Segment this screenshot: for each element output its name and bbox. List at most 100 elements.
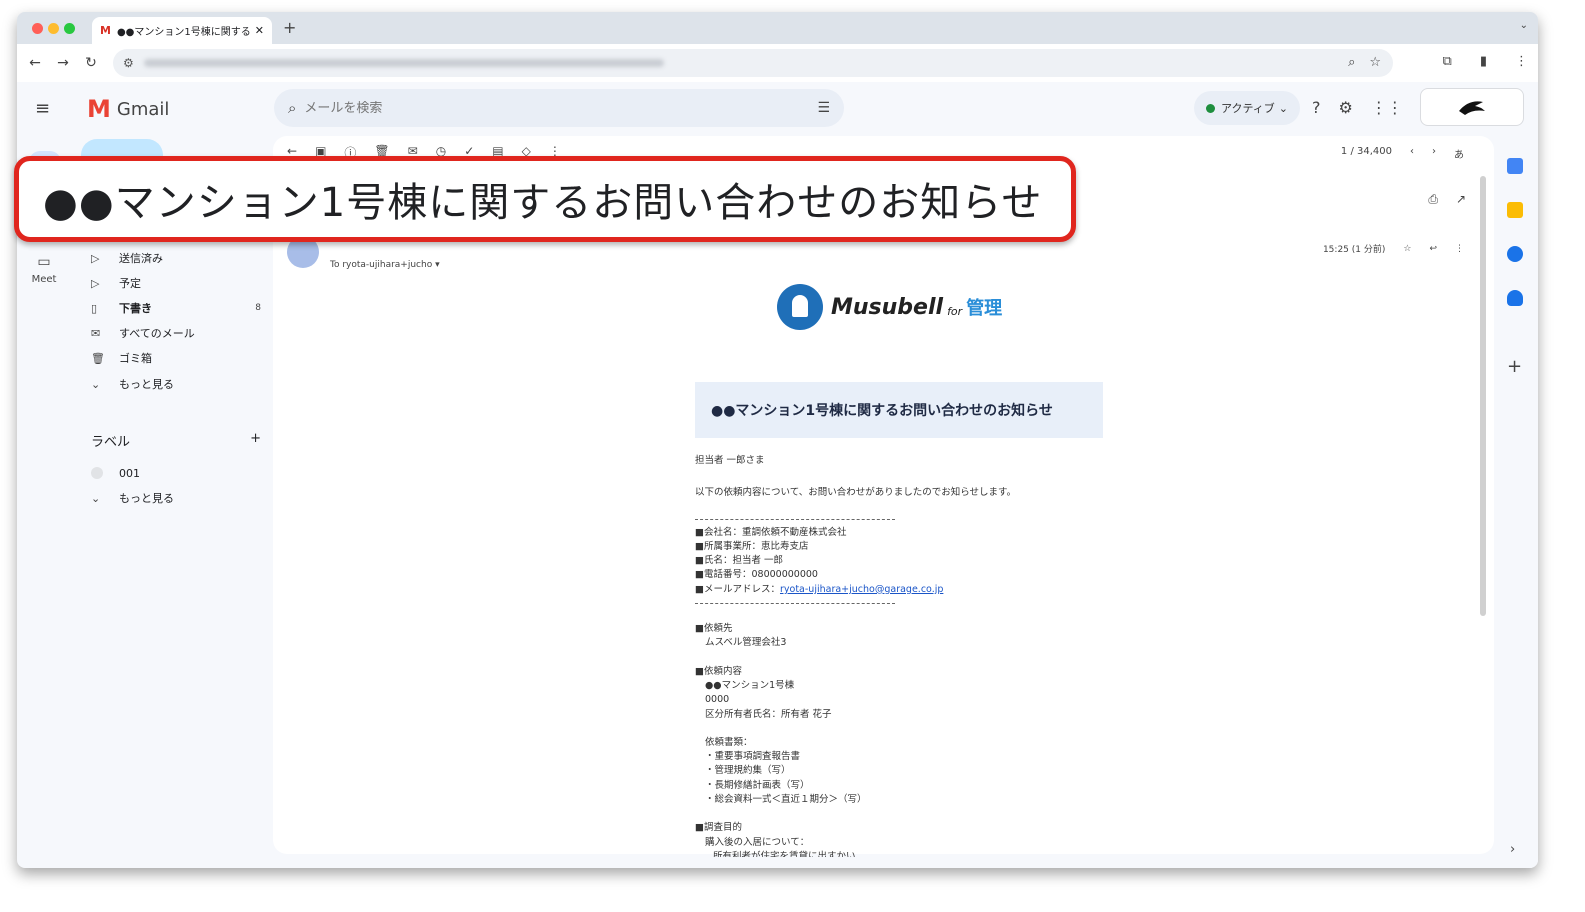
search-options-icon[interactable]: ☰ <box>817 100 830 116</box>
divider <box>695 518 895 520</box>
document-item: ・総会資料一式＜直近１期分＞（写） <box>705 794 867 806</box>
status-label: アクティブ <box>1221 102 1275 115</box>
reload-icon[interactable]: ↻ <box>77 55 105 71</box>
newer-chevron-icon[interactable]: ‹ <box>1410 146 1414 161</box>
label-tag-icon <box>91 467 119 479</box>
trash-icon: 🗑 <box>91 351 105 365</box>
reply-icon[interactable]: ↩ <box>1429 244 1437 254</box>
content-heading: ■依頼内容 <box>695 665 742 677</box>
browser-window: M ●●マンション1号棟に関するお問 ✕ + ⌄ ← → ↻ ⚙ ⌕ ☆ ⧉ <box>17 12 1538 868</box>
extensions-icon[interactable]: ⧉ <box>1443 54 1452 69</box>
video-camera-icon: ▭ <box>37 254 51 270</box>
sidebar-item-scheduled[interactable]: ▷ 予定 <box>91 271 261 295</box>
document-item: ・長期修繕計画表（写） <box>705 779 810 791</box>
message-time: 15:25 (1 分前) <box>1322 245 1386 255</box>
musubell-mark-icon <box>777 284 823 330</box>
account-button[interactable] <box>1420 88 1524 126</box>
chevron-down-icon: ⌄ <box>1278 101 1289 115</box>
org-logo-icon <box>1459 101 1485 115</box>
email-link[interactable]: ryota-ujihara+jucho@garage.co.jp <box>780 584 943 595</box>
side-panel-icon[interactable]: ▮ <box>1480 54 1487 69</box>
back-arrow-icon[interactable]: ← <box>21 55 49 71</box>
header-icons: ? ⚙ ⋮⋮ <box>1312 98 1403 117</box>
address-bar[interactable]: ⚙ ⌕ ☆ <box>113 49 1393 77</box>
contacts-icon[interactable] <box>1507 290 1523 306</box>
scrollbar[interactable] <box>1480 176 1486 616</box>
gmail-m-icon: M <box>87 95 111 123</box>
recipient-line[interactable]: To ryota-ujihara+jucho ▾ <box>330 260 440 270</box>
site-info-icon[interactable]: ⚙ <box>123 56 134 70</box>
bookmark-star-icon[interactable]: ☆ <box>1369 55 1381 70</box>
star-icon[interactable]: ☆ <box>1403 244 1411 254</box>
musubell-for: for <box>947 304 963 318</box>
older-chevron-icon[interactable]: › <box>1432 146 1436 161</box>
zoom-icon[interactable]: ⌕ <box>1348 55 1355 70</box>
open-new-window-icon[interactable]: ↗ <box>1456 192 1466 207</box>
musubell-name: Musubell <box>831 294 944 320</box>
labels-heading: ラベル <box>91 435 131 450</box>
tasks-icon[interactable] <box>1507 246 1523 262</box>
minimize-window-button[interactable] <box>48 23 59 34</box>
drafts-count: 8 <box>255 303 261 313</box>
sidebar-item-more[interactable]: ⌄ もっと見る <box>91 372 261 396</box>
side-apps-rail: + › <box>1494 136 1538 868</box>
gmail-wordmark: Gmail <box>116 98 170 120</box>
search-icon[interactable]: ⌕ <box>288 99 296 117</box>
search-input[interactable] <box>304 100 818 116</box>
main-menu-icon[interactable]: ≡ <box>35 98 50 119</box>
divider <box>695 603 895 605</box>
add-label-button[interactable]: + <box>250 431 261 450</box>
destination-heading: ■依頼先 <box>695 623 733 635</box>
message-meta: 15:25 (1 分前) ☆ ↩ ⋮ <box>1322 242 1464 256</box>
input-tools-button[interactable]: あ <box>1454 146 1464 161</box>
print-icon[interactable]: ⎙ <box>1428 192 1438 207</box>
content-line: ●●マンション1号棟 <box>705 679 795 691</box>
schedule-send-icon: ▷ <box>91 276 100 290</box>
meet-rail-item[interactable]: ▭ Meet <box>17 254 71 285</box>
zoomed-subject-text: ●●マンション1号棟に関するお問い合わせのお知らせ <box>43 180 1043 226</box>
maximize-window-button[interactable] <box>64 23 75 34</box>
browser-menu-icon[interactable]: ⋮ <box>1515 54 1528 69</box>
musubell-kanri: 管理 <box>966 298 1003 319</box>
content-line: 区分所有者氏名：所有者 花子 <box>705 708 832 720</box>
tab-search-button[interactable]: ⌄ <box>1520 20 1528 31</box>
expand-panel-icon[interactable]: › <box>1510 842 1515 857</box>
greeting: 担当者 一郎さま <box>695 455 765 466</box>
email-label: ■メールアドレス： <box>695 583 780 595</box>
draft-icon: ▯ <box>91 301 98 315</box>
tab-strip: M ●●マンション1号棟に関するお問 ✕ + ⌄ <box>17 12 1538 44</box>
sidebar-item-trash[interactable]: 🗑 ゴミ箱 <box>91 346 261 370</box>
help-icon[interactable]: ? <box>1312 98 1321 117</box>
add-addon-icon[interactable]: + <box>1507 356 1522 377</box>
keep-icon[interactable] <box>1507 202 1523 218</box>
sidebar-item-sent[interactable]: ▷ 送信済み <box>91 246 261 270</box>
pagination: 1 / 34,400 ‹ › あ <box>1341 146 1464 161</box>
chevron-down-icon: ▾ <box>435 260 440 270</box>
status-selector[interactable]: アクティブ ⌄ <box>1194 91 1301 125</box>
forward-arrow-icon[interactable]: → <box>49 55 77 71</box>
sidebar-item-all-mail[interactable]: ✉ すべてのメール <box>91 321 261 345</box>
label-more[interactable]: ⌄ もっと見る <box>91 486 261 510</box>
content-line: 0000 <box>705 694 730 706</box>
more-options-icon[interactable]: ⋮ <box>1455 244 1464 254</box>
intro-text: 以下の依頼内容について、お問い合わせがありましたのでお知らせします。 <box>695 487 1017 499</box>
settings-gear-icon[interactable]: ⚙ <box>1339 98 1353 117</box>
label-item-001[interactable]: 001 <box>91 461 261 485</box>
browser-tab[interactable]: M ●●マンション1号棟に関するお問 ✕ <box>92 17 272 44</box>
email-body: 担当者 一郎さま 以下の依頼内容について、お問い合わせがありましたのでお知らせし… <box>695 454 1195 857</box>
status-dot-icon <box>1206 103 1215 113</box>
send-icon: ▷ <box>91 251 100 265</box>
close-tab-icon[interactable]: ✕ <box>255 24 264 37</box>
label-color-dot <box>91 467 103 479</box>
close-window-button[interactable] <box>32 23 43 34</box>
musubell-logo: Musubell for 管理 <box>777 284 1002 330</box>
gmail-logo[interactable]: M Gmail <box>87 95 169 123</box>
company-line: ■会社名：重調依頼不動産株式会社 <box>695 526 847 538</box>
destination-value: ムスベル管理会社3 <box>705 637 787 649</box>
calendar-icon[interactable] <box>1507 158 1523 174</box>
meet-label: Meet <box>31 274 57 285</box>
sidebar-item-drafts[interactable]: ▯ 下書き 8 <box>91 296 261 320</box>
new-tab-button[interactable]: + <box>283 18 296 37</box>
apps-grid-icon[interactable]: ⋮⋮ <box>1371 98 1403 117</box>
email-line: ■メールアドレス：ryota-ujihara+jucho@garage.co.j… <box>695 583 1195 597</box>
